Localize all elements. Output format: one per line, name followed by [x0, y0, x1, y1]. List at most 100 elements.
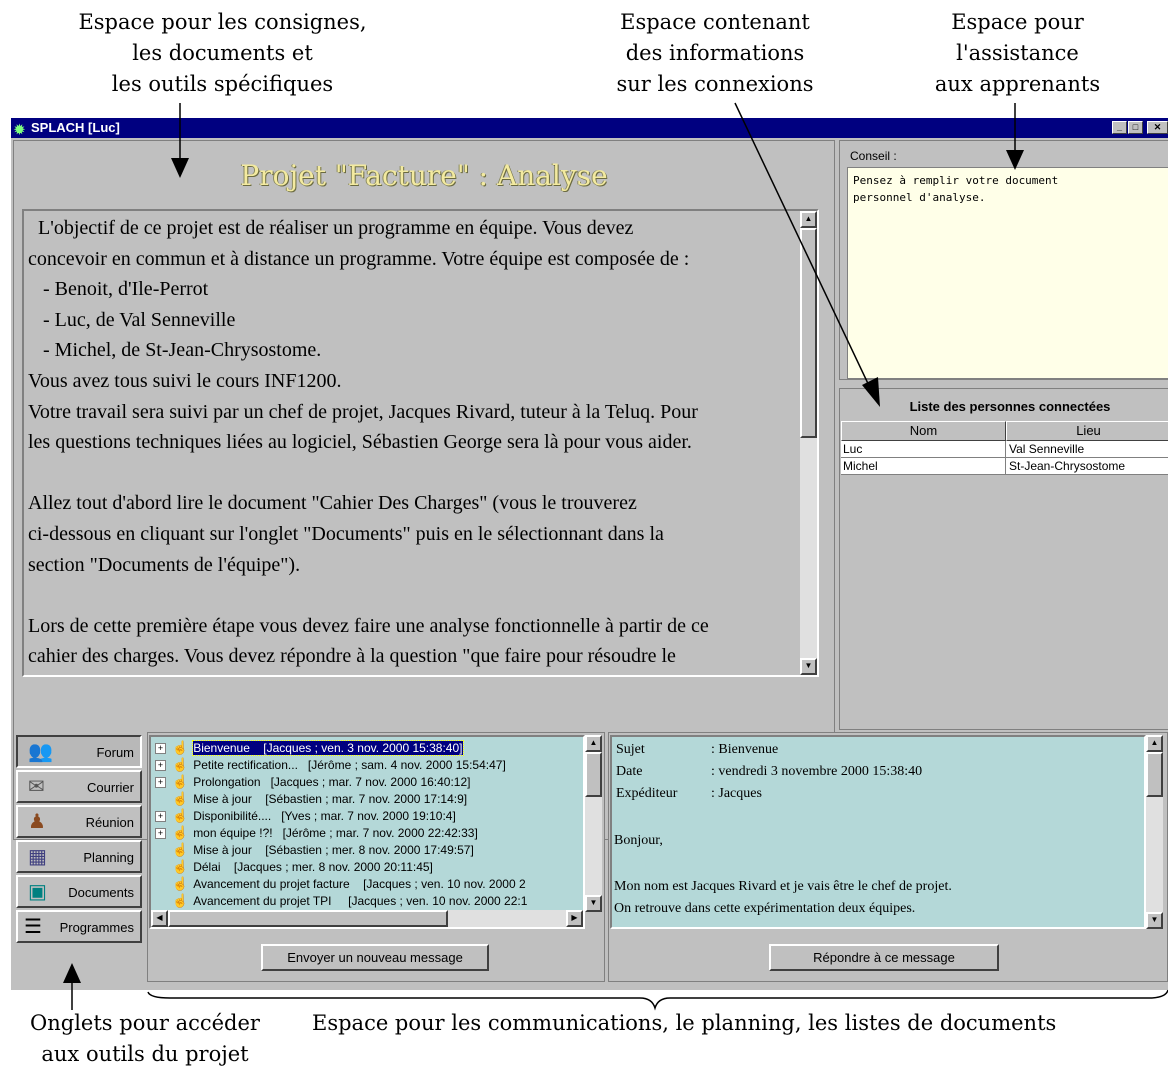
message-hand-icon: ☝	[172, 740, 189, 755]
instructions-line: Votre travail sera suivi par un chef de …	[28, 400, 698, 423]
tab-label: Programmes	[59, 920, 134, 935]
instructions-line: - Michel, de St-Jean-Chrysostome.	[28, 339, 322, 362]
scroll-thumb[interactable]	[168, 910, 448, 927]
list-item[interactable]: + ☝ mon équipe !?! [Jérôme ; mar. 7 nov. 2…	[155, 824, 478, 841]
mail-icon: ✉	[28, 776, 45, 798]
scroll-up-button[interactable]: ▲	[1146, 735, 1163, 752]
annotation-line: les documents et	[132, 41, 313, 65]
tool-tabs: 👥 Forum ✉ Courrier ♟ Réunion ▦ Planning …	[16, 735, 144, 975]
subject-value: : Bienvenue	[711, 742, 779, 757]
expand-icon[interactable]: +	[155, 743, 166, 755]
message-hand-icon: ☝	[172, 757, 189, 772]
tab-forum[interactable]: 👥 Forum	[16, 735, 142, 768]
annotation-line: aux apprenants	[934, 72, 1101, 96]
person-location: St-Jean-Chrysostome	[1009, 459, 1126, 473]
communication-area: 👥 Forum ✉ Courrier ♟ Réunion ▦ Planning …	[11, 730, 1168, 988]
column-divider	[1005, 441, 1006, 475]
scroll-up-button[interactable]: ▲	[585, 735, 602, 752]
instructions-scrollbar[interactable]: ▲ ▼	[800, 211, 817, 675]
forum-message-tree[interactable]: + ☝ Bienvenue [Jacques ; ven. 3 nov. 2000 …	[149, 735, 585, 929]
advice-panel: Conseil : Pensez à remplir votre documen…	[839, 140, 1168, 380]
forum-message-list-pane: + ☝ Bienvenue [Jacques ; ven. 3 nov. 2000 …	[147, 732, 605, 982]
list-item[interactable]: + ☝ Petite rectification... [Jérôme ; sam.…	[155, 756, 506, 773]
connected-persons-table: Nom Lieu Luc Val Senneville Michel St-Je…	[841, 421, 1168, 729]
annotation-line: l'assistance	[956, 41, 1079, 65]
connected-persons-title: Liste des personnes connectées	[909, 399, 1111, 414]
scroll-down-button[interactable]: ▼	[800, 658, 817, 675]
instructions-line: les questions techniques liées au logici…	[28, 431, 692, 454]
tab-courrier[interactable]: ✉ Courrier	[16, 770, 142, 803]
list-item[interactable]: ☝ Avancement du projet TPI [Jacques ; ven…	[155, 892, 527, 909]
message-hand-icon: ☝	[172, 774, 189, 789]
annotation-communications-space: Espace pour les communications, le plann…	[312, 1008, 1168, 1039]
annotation-line: Espace contenant	[620, 10, 810, 34]
tab-documents[interactable]: ▣ Documents	[16, 875, 142, 908]
message-hand-icon: ☝	[172, 825, 189, 840]
annotation-line: les outils spécifiques	[111, 72, 334, 96]
expand-icon[interactable]: +	[155, 811, 166, 823]
annotation-line: Espace pour	[951, 10, 1084, 34]
message-title: mon équipe !?! [Jérôme ; mar. 7 nov. 200…	[193, 826, 478, 840]
message-title: Petite rectification... [Jérôme ; sam. 4…	[193, 758, 506, 772]
annotation-tabs: Onglets pour accéder aux outils du proje…	[0, 1008, 290, 1070]
instructions-line	[28, 580, 798, 611]
annotation-connections-space: Espace contenant des informations sur le…	[585, 7, 845, 100]
date-label: Date	[616, 764, 643, 779]
message-hand-icon: ☝	[172, 876, 189, 891]
advice-text[interactable]: Pensez à remplir votre document personne…	[847, 167, 1168, 379]
documents-icon: ▣	[28, 881, 47, 903]
list-item[interactable]: + ☝ Disponibilité.... [Yves ; mar. 7 nov. …	[155, 807, 456, 824]
scroll-left-button[interactable]: ◀	[151, 910, 168, 927]
expand-icon[interactable]: +	[155, 760, 166, 772]
list-item[interactable]: ☝ Mise à jour [Sébastien ; mer. 8 nov. 20…	[155, 841, 474, 858]
tab-label: Planning	[83, 850, 134, 865]
list-item[interactable]: ☝ Mise à jour [Sébastien ; mar. 7 nov. 20…	[155, 790, 467, 807]
instructions-text: L'objectif de ce projet est de réaliser …	[28, 213, 798, 672]
annotation-line: Espace pour les communications, le plann…	[312, 1011, 1057, 1035]
scroll-up-button[interactable]: ▲	[800, 211, 817, 228]
minimize-button[interactable]: _	[1112, 121, 1127, 134]
message-title: Mise à jour [Sébastien ; mer. 8 nov. 200…	[193, 843, 474, 857]
message-list-hscrollbar[interactable]: ◀ ▶	[151, 910, 583, 927]
instructions-line: concevoir en commun et à distance un pro…	[28, 247, 690, 270]
window-title: SPLACH [Luc]	[31, 120, 120, 135]
scroll-down-button[interactable]: ▼	[585, 895, 602, 912]
scroll-down-button[interactable]: ▼	[1146, 912, 1163, 929]
message-reader-scrollbar[interactable]: ▲ ▼	[1146, 735, 1163, 929]
list-item[interactable]: ☝ Délai [Jacques ; mer. 8 nov. 2000 20:11…	[155, 858, 433, 875]
column-header-lieu[interactable]: Lieu	[1006, 421, 1168, 441]
tab-label: Documents	[68, 885, 134, 900]
maximize-button[interactable]: □	[1128, 121, 1143, 134]
annotation-assistance-space: Espace pour l'assistance aux apprenants	[905, 7, 1130, 100]
close-button[interactable]: ✕	[1147, 121, 1168, 134]
send-new-message-button[interactable]: Envoyer un nouveau message	[261, 944, 489, 971]
message-body-line: Mon nom est Jacques Rivard et je vais êt…	[614, 879, 952, 894]
scroll-thumb[interactable]	[585, 752, 602, 797]
tab-planning[interactable]: ▦ Planning	[16, 840, 142, 873]
window-titlebar[interactable]: ✹ SPLACH [Luc] _ □ ✕	[11, 118, 1168, 138]
tab-reunion[interactable]: ♟ Réunion	[16, 805, 142, 838]
list-item[interactable]: ☝ Avancement du projet facture [Jacques ;…	[155, 875, 526, 892]
list-item[interactable]: + ☝ Bienvenue [Jacques ; ven. 3 nov. 2000 …	[155, 739, 464, 756]
reply-button[interactable]: Répondre à ce message	[769, 944, 999, 971]
expand-icon[interactable]: +	[155, 777, 166, 789]
instructions-line: - Luc, de Val Senneville	[28, 308, 236, 331]
tab-programmes[interactable]: ☰ Programmes	[16, 910, 142, 943]
list-item[interactable]: + ☝ Prolongation [Jacques ; mar. 7 nov. 20…	[155, 773, 470, 790]
message-list-vscrollbar[interactable]: ▲ ▼	[585, 735, 602, 912]
message-title: Disponibilité.... [Yves ; mar. 7 nov. 20…	[193, 809, 456, 823]
message-hand-icon: ☝	[172, 808, 189, 823]
column-header-nom[interactable]: Nom	[841, 421, 1006, 441]
instructions-text-area[interactable]: L'objectif de ce projet est de réaliser …	[22, 209, 819, 677]
message-reader[interactable]: Sujet : Bienvenue Date : vendredi 3 nove…	[610, 735, 1146, 929]
scroll-right-button[interactable]: ▶	[566, 910, 583, 927]
annotation-line: des informations	[625, 41, 805, 65]
scroll-thumb[interactable]	[800, 228, 817, 438]
expand-icon[interactable]: +	[155, 828, 166, 840]
person-location: Val Senneville	[1009, 442, 1085, 456]
scroll-thumb[interactable]	[1146, 752, 1163, 797]
annotation-line: Espace pour les consignes,	[78, 10, 367, 34]
message-reader-pane: Sujet : Bienvenue Date : vendredi 3 nove…	[608, 732, 1168, 982]
tab-label: Courrier	[87, 780, 134, 795]
annotation-line: Onglets pour accéder	[30, 1011, 260, 1035]
